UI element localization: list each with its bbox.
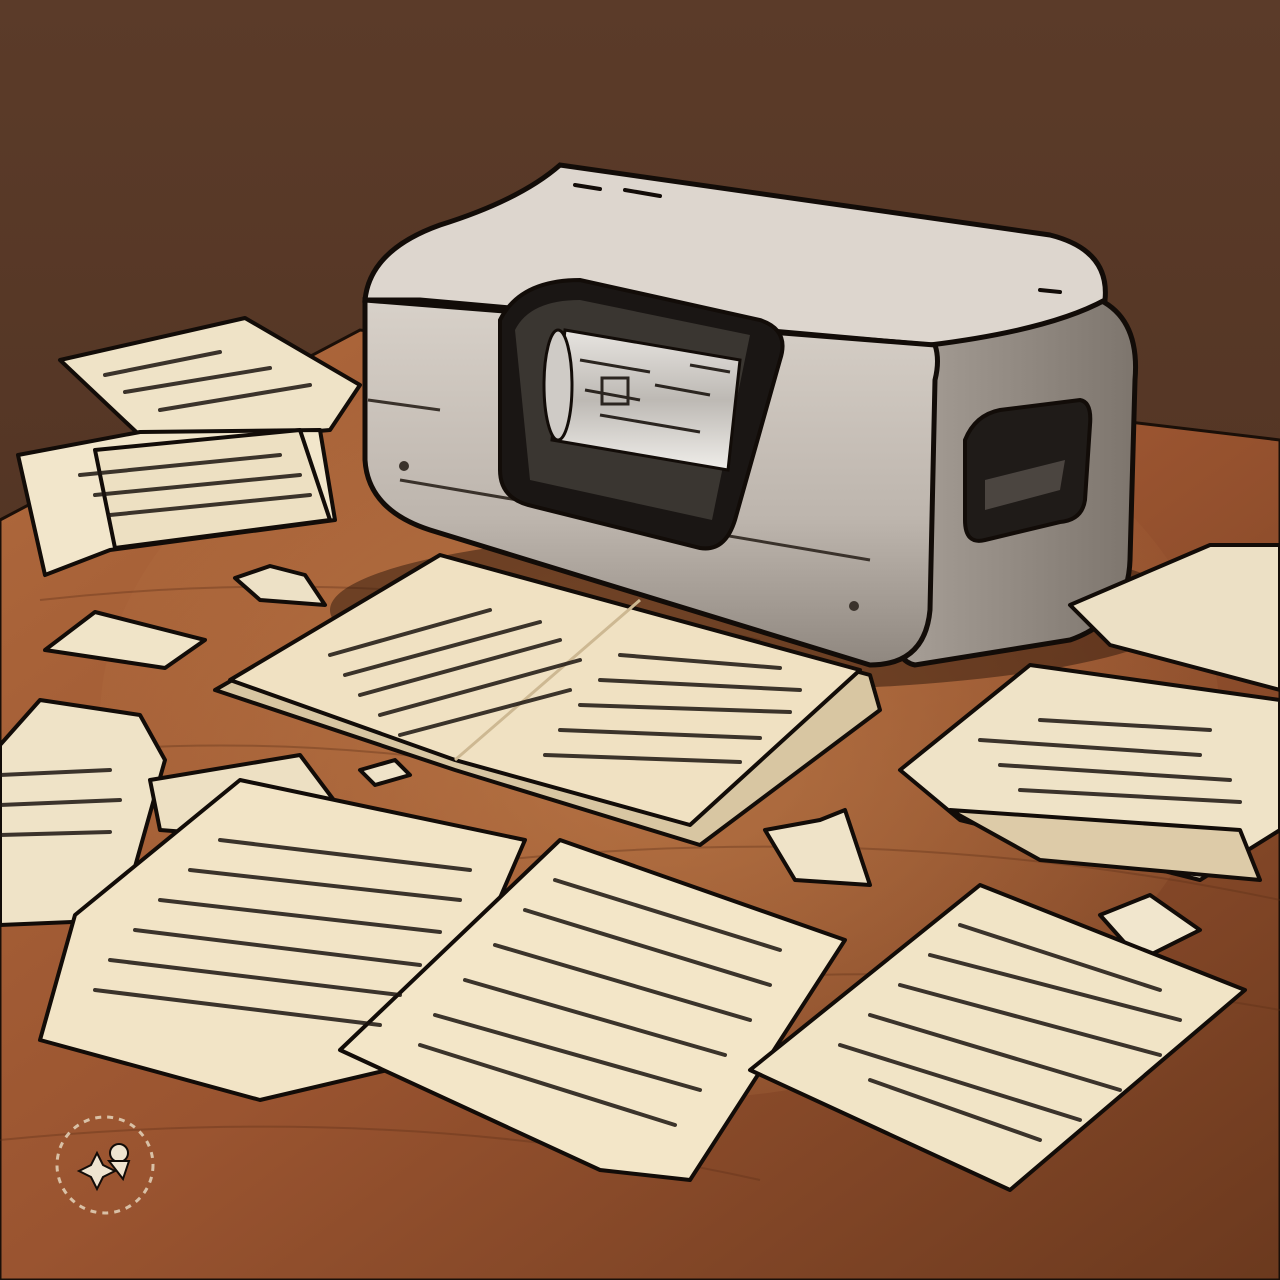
illustration <box>0 0 1280 1280</box>
scene-svg <box>0 0 1280 1280</box>
